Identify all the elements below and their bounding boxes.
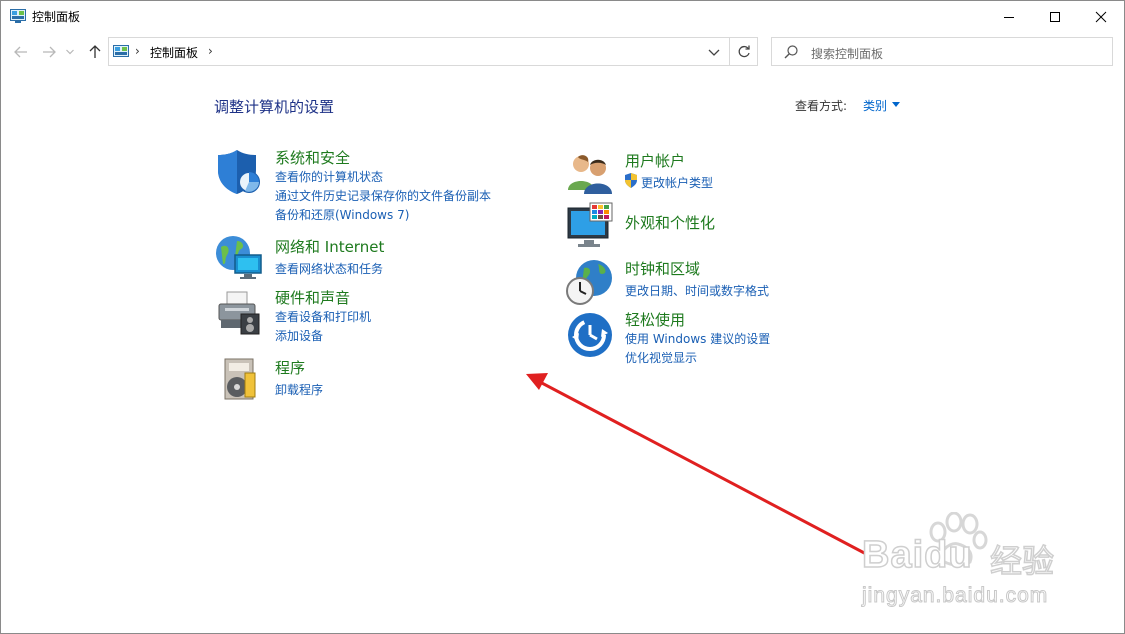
watermark-brand: Baidu: [861, 533, 973, 577]
watermark-url: jingyan.baidu.com: [861, 584, 1049, 608]
watermark-cn: 经验: [989, 541, 1055, 581]
